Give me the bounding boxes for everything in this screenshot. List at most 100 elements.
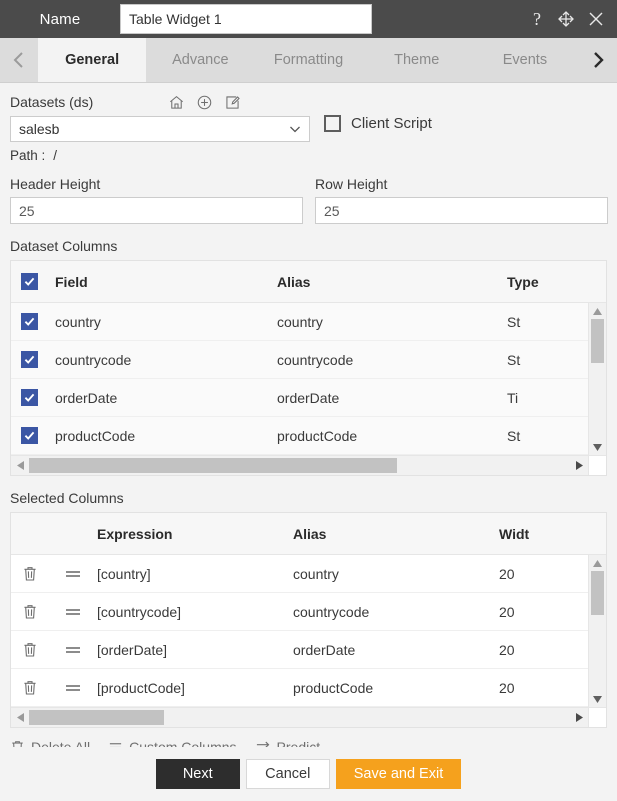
column-header-type[interactable]: Type [507, 274, 597, 290]
save-and-exit-button[interactable]: Save and Exit [335, 759, 462, 789]
row-expression: [country] [97, 565, 151, 582]
move-cross-icon[interactable] [557, 10, 575, 28]
column-header-width[interactable]: Widt [499, 526, 589, 542]
path-value: / [53, 148, 58, 163]
tab-events[interactable]: Events [471, 38, 579, 82]
name-label: Name [39, 10, 81, 28]
drag-handle-icon[interactable] [49, 606, 97, 618]
trash-icon[interactable] [11, 603, 49, 620]
tab-general[interactable]: General [38, 38, 147, 82]
tab-list: General Advance Formatting Theme Events [38, 38, 579, 82]
selected-columns-vscrollbar[interactable] [588, 555, 606, 707]
hscroll-thumb[interactable] [29, 710, 165, 725]
row-alias: orderDate [277, 389, 340, 406]
drag-handle-icon[interactable] [49, 682, 97, 694]
trash-icon[interactable] [11, 679, 49, 696]
row-checkbox-cell [11, 427, 47, 444]
row-field: countrycode [55, 351, 132, 368]
dataset-columns-hscrollbar[interactable] [11, 455, 606, 475]
cancel-button[interactable]: Cancel [245, 759, 330, 789]
row-type: St [507, 427, 521, 444]
row-alias: productCode [277, 427, 358, 444]
delete-all-label: Delete All [31, 739, 91, 747]
next-button[interactable]: Next [155, 759, 240, 789]
scroll-right-icon[interactable] [570, 460, 588, 471]
close-icon[interactable] [587, 10, 605, 28]
row-alias: productCode [293, 679, 374, 696]
selected-columns-hscrollbar[interactable] [11, 707, 606, 727]
widget-name-input[interactable]: Table Widget 1 [120, 4, 372, 34]
table-row[interactable]: [productCode] productCode 20 [11, 669, 606, 707]
hscroll-track[interactable] [29, 708, 570, 727]
trash-icon[interactable] [11, 565, 49, 582]
row-checkbox[interactable] [20, 389, 38, 406]
scroll-up-icon[interactable] [592, 555, 603, 571]
vscroll-track[interactable] [589, 571, 606, 691]
row-height-input[interactable]: 25 [315, 197, 608, 224]
hscroll-track[interactable] [29, 456, 570, 475]
client-script-checkbox[interactable] [324, 115, 341, 132]
scroll-left-icon[interactable] [11, 460, 29, 471]
row-checkbox[interactable] [20, 351, 38, 368]
table-row[interactable]: orderDate orderDate Ti [11, 379, 606, 417]
table-row[interactable]: [countrycode] countrycode 20 [11, 593, 606, 631]
tab-advance[interactable]: Advance [146, 38, 254, 82]
edit-pencil-icon[interactable] [224, 94, 241, 111]
datasets-icon-group [168, 94, 241, 111]
datasets-label: Datasets (ds) [10, 94, 94, 110]
column-header-alias[interactable]: Alias [293, 526, 499, 542]
column-header-alias[interactable]: Alias [277, 274, 507, 290]
chevron-left-icon[interactable] [0, 38, 38, 82]
question-mark-icon[interactable]: ? [529, 9, 545, 29]
dataset-columns-vscrollbar[interactable] [588, 303, 606, 455]
row-expression: [countrycode] [97, 603, 182, 620]
vscroll-thumb[interactable] [591, 319, 604, 363]
vscroll-thumb[interactable] [591, 571, 604, 615]
tab-theme[interactable]: Theme [363, 38, 471, 82]
table-row[interactable]: countrycode countrycode St [11, 341, 606, 379]
list-lines-icon [110, 742, 122, 747]
scroll-up-icon[interactable] [592, 303, 603, 319]
selected-columns-title: Selected Columns [10, 490, 124, 506]
delete-all-button[interactable]: Delete All [10, 739, 90, 747]
chevron-right-icon[interactable] [579, 38, 617, 82]
table-row[interactable]: productCode productCode St [11, 417, 606, 455]
table-row[interactable]: [country] country 20 [11, 555, 606, 593]
tab-formatting[interactable]: Formatting [254, 38, 362, 82]
row-alias: countrycode [277, 351, 354, 368]
drag-handle-icon[interactable] [49, 568, 97, 580]
trash-icon[interactable] [11, 641, 49, 658]
row-width: 20 [499, 565, 515, 582]
dataset-select[interactable]: salesb [10, 116, 310, 142]
path-label: Path : [10, 148, 46, 163]
row-checkbox[interactable] [20, 313, 38, 330]
header-height-input[interactable]: 25 [10, 197, 303, 224]
drag-handle-icon[interactable] [49, 644, 97, 656]
row-alias: orderDate [293, 641, 356, 658]
custom-columns-label: Custom Columns [129, 739, 237, 747]
table-row[interactable]: country country St [11, 303, 606, 341]
scrollbar-corner [588, 456, 606, 475]
custom-columns-button[interactable]: Custom Columns [108, 739, 237, 747]
scroll-down-icon[interactable] [592, 691, 603, 707]
selected-columns-header: Expression Alias Widt [11, 513, 606, 555]
plus-circle-icon[interactable] [196, 94, 213, 111]
table-row[interactable]: [orderDate] orderDate 20 [11, 631, 606, 669]
scroll-left-icon[interactable] [11, 712, 29, 723]
widget-settings-dialog: Name Table Widget 1 ? General Advance Fo… [0, 0, 617, 801]
home-icon[interactable] [168, 94, 185, 111]
row-expression: [productCode] [97, 679, 185, 696]
row-width: 20 [499, 641, 515, 658]
row-checkbox-cell [11, 351, 47, 368]
row-checkbox[interactable] [20, 427, 38, 444]
scroll-down-icon[interactable] [592, 439, 603, 455]
predict-button[interactable]: Predict [255, 739, 320, 747]
vscroll-track[interactable] [589, 319, 606, 439]
select-all-checkbox[interactable] [20, 273, 38, 290]
datasets-column: Datasets (ds) salesb Path: / [10, 93, 310, 163]
general-tab-panel: Datasets (ds) salesb Path: / Client Scr… [0, 83, 617, 747]
column-header-expression[interactable]: Expression [97, 526, 293, 542]
column-header-field[interactable]: Field [47, 274, 277, 290]
hscroll-thumb[interactable] [29, 458, 397, 473]
scroll-right-icon[interactable] [570, 712, 588, 723]
